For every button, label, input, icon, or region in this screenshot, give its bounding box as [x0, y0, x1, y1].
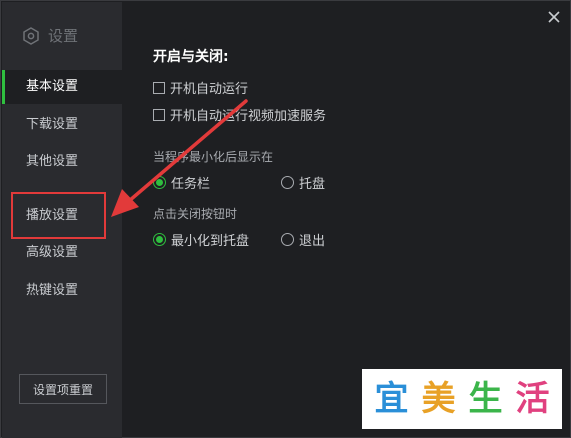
close-minimize-label: 最小化到托盘: [171, 234, 250, 249]
sidebar-title: 设置: [22, 25, 78, 46]
section-title: 开启与关闭:: [153, 49, 229, 65]
reset-settings-button[interactable]: 设置项重置: [19, 374, 107, 404]
watermark-char-3: 生: [468, 379, 503, 419]
sidebar-item-advanced-settings[interactable]: 高级设置: [2, 236, 122, 270]
close-minimize-radio-row[interactable]: 最小化到托盘: [153, 230, 249, 249]
close-group-label: 点击关闭按钮时: [153, 207, 238, 221]
autostart-checkbox-row[interactable]: 开机自动运行: [153, 78, 248, 97]
sidebar: 设置 基本设置 下载设置 其他设置 播放设置 高级设置 热键设置 设置项重置: [2, 2, 122, 438]
close-minimize-radio[interactable]: [153, 233, 166, 246]
sidebar-title-text: 设置: [48, 27, 79, 45]
settings-hex-icon: [22, 26, 40, 45]
minimize-taskbar-radio[interactable]: [153, 176, 166, 189]
minimize-tray-radio[interactable]: [281, 176, 294, 189]
sidebar-item-hotkey-settings[interactable]: 热键设置: [2, 274, 122, 308]
sidebar-item-playback-settings[interactable]: 播放设置: [2, 199, 122, 233]
watermark-char-1: 宜: [374, 379, 409, 419]
minimize-taskbar-radio-row[interactable]: 任务栏: [153, 173, 210, 192]
autostart-checkbox[interactable]: [153, 81, 165, 94]
watermark-char-2: 美: [421, 379, 456, 419]
autostart-label: 开机自动运行: [170, 82, 249, 97]
minimize-group-label: 当程序最小化后显示在: [153, 150, 274, 164]
close-icon[interactable]: [546, 9, 562, 25]
watermark-char-4: 活: [515, 379, 550, 419]
minimize-tray-label: 托盘: [299, 177, 326, 192]
accel-service-checkbox-row[interactable]: 开机自动运行视频加速服务: [153, 105, 326, 124]
accel-service-label: 开机自动运行视频加速服务: [170, 109, 327, 124]
accel-service-checkbox[interactable]: [153, 108, 165, 121]
minimize-taskbar-label: 任务栏: [171, 177, 211, 192]
sidebar-item-basic-settings[interactable]: 基本设置: [2, 70, 122, 104]
close-exit-radio[interactable]: [281, 233, 294, 246]
watermark-logo: 宜 美 生 活: [362, 369, 562, 429]
minimize-tray-radio-row[interactable]: 托盘: [281, 173, 325, 192]
settings-window: 设置 基本设置 下载设置 其他设置 播放设置 高级设置 热键设置 设置项重置 开…: [0, 0, 571, 438]
close-exit-radio-row[interactable]: 退出: [281, 230, 325, 249]
sidebar-item-other-settings[interactable]: 其他设置: [2, 145, 122, 179]
sidebar-item-download-settings[interactable]: 下载设置: [2, 108, 122, 142]
close-exit-label: 退出: [299, 234, 326, 249]
